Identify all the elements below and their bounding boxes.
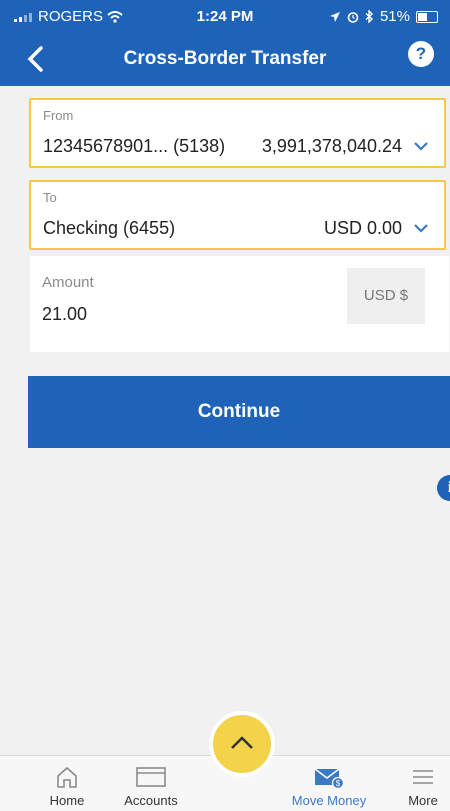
tab-more[interactable]: More	[378, 756, 450, 811]
chevron-down-icon	[414, 142, 428, 151]
help-icon[interactable]: ?	[408, 41, 434, 67]
from-label: From	[43, 108, 74, 123]
menu-icon	[413, 770, 433, 784]
amount-label: Amount	[42, 274, 94, 291]
home-icon	[57, 766, 77, 788]
from-balance: 3,991,378,040.24	[261, 136, 402, 156]
tab-move-money-label: Move Money	[291, 793, 367, 808]
status-bar: ROGERS 1:24 PM 51%	[0, 0, 450, 30]
tab-accounts-label: Accounts	[124, 793, 178, 808]
to-label: To	[43, 190, 57, 205]
svg-text:$: $	[336, 779, 341, 788]
top-bar: ROGERS 1:24 PM 51% Cross-Border Transfer…	[0, 0, 450, 86]
chevron-up-icon	[231, 736, 253, 749]
to-account-selector[interactable]: To Checking (6455) USD 0.00	[29, 180, 446, 250]
status-right: 51%	[329, 8, 438, 25]
bluetooth-icon	[365, 10, 373, 23]
move-money-icon: $	[314, 768, 344, 789]
battery-percent: 51%	[379, 8, 410, 25]
nav-bar: Cross-Border Transfer ?	[0, 34, 450, 84]
tab-accounts[interactable]: Accounts	[106, 756, 196, 811]
info-icon[interactable]: i	[437, 475, 450, 501]
from-account: 12345678901... (5138)	[43, 136, 226, 156]
battery-icon	[416, 10, 438, 23]
alarm-icon	[347, 11, 359, 23]
continue-button[interactable]: Continue	[28, 376, 450, 448]
location-icon	[329, 11, 340, 22]
to-account: Checking (6455)	[43, 218, 176, 238]
tab-move-money[interactable]: $ Move Money	[284, 756, 374, 811]
tab-home-label: Home	[49, 793, 85, 808]
currency-badge: USD $	[347, 268, 425, 324]
tab-more-label: More	[408, 793, 438, 808]
accounts-icon	[136, 767, 166, 787]
expand-fab-button[interactable]	[209, 711, 275, 777]
tab-home[interactable]: Home	[22, 756, 112, 811]
to-balance: USD 0.00	[323, 218, 402, 238]
chevron-down-icon	[414, 224, 428, 233]
amount-value: 21.00	[42, 304, 88, 324]
amount-field[interactable]: Amount 21.00 USD $	[30, 256, 449, 352]
page-title: Cross-Border Transfer	[123, 48, 327, 69]
from-account-selector[interactable]: From 12345678901... (5138) 3,991,378,040…	[29, 98, 446, 168]
